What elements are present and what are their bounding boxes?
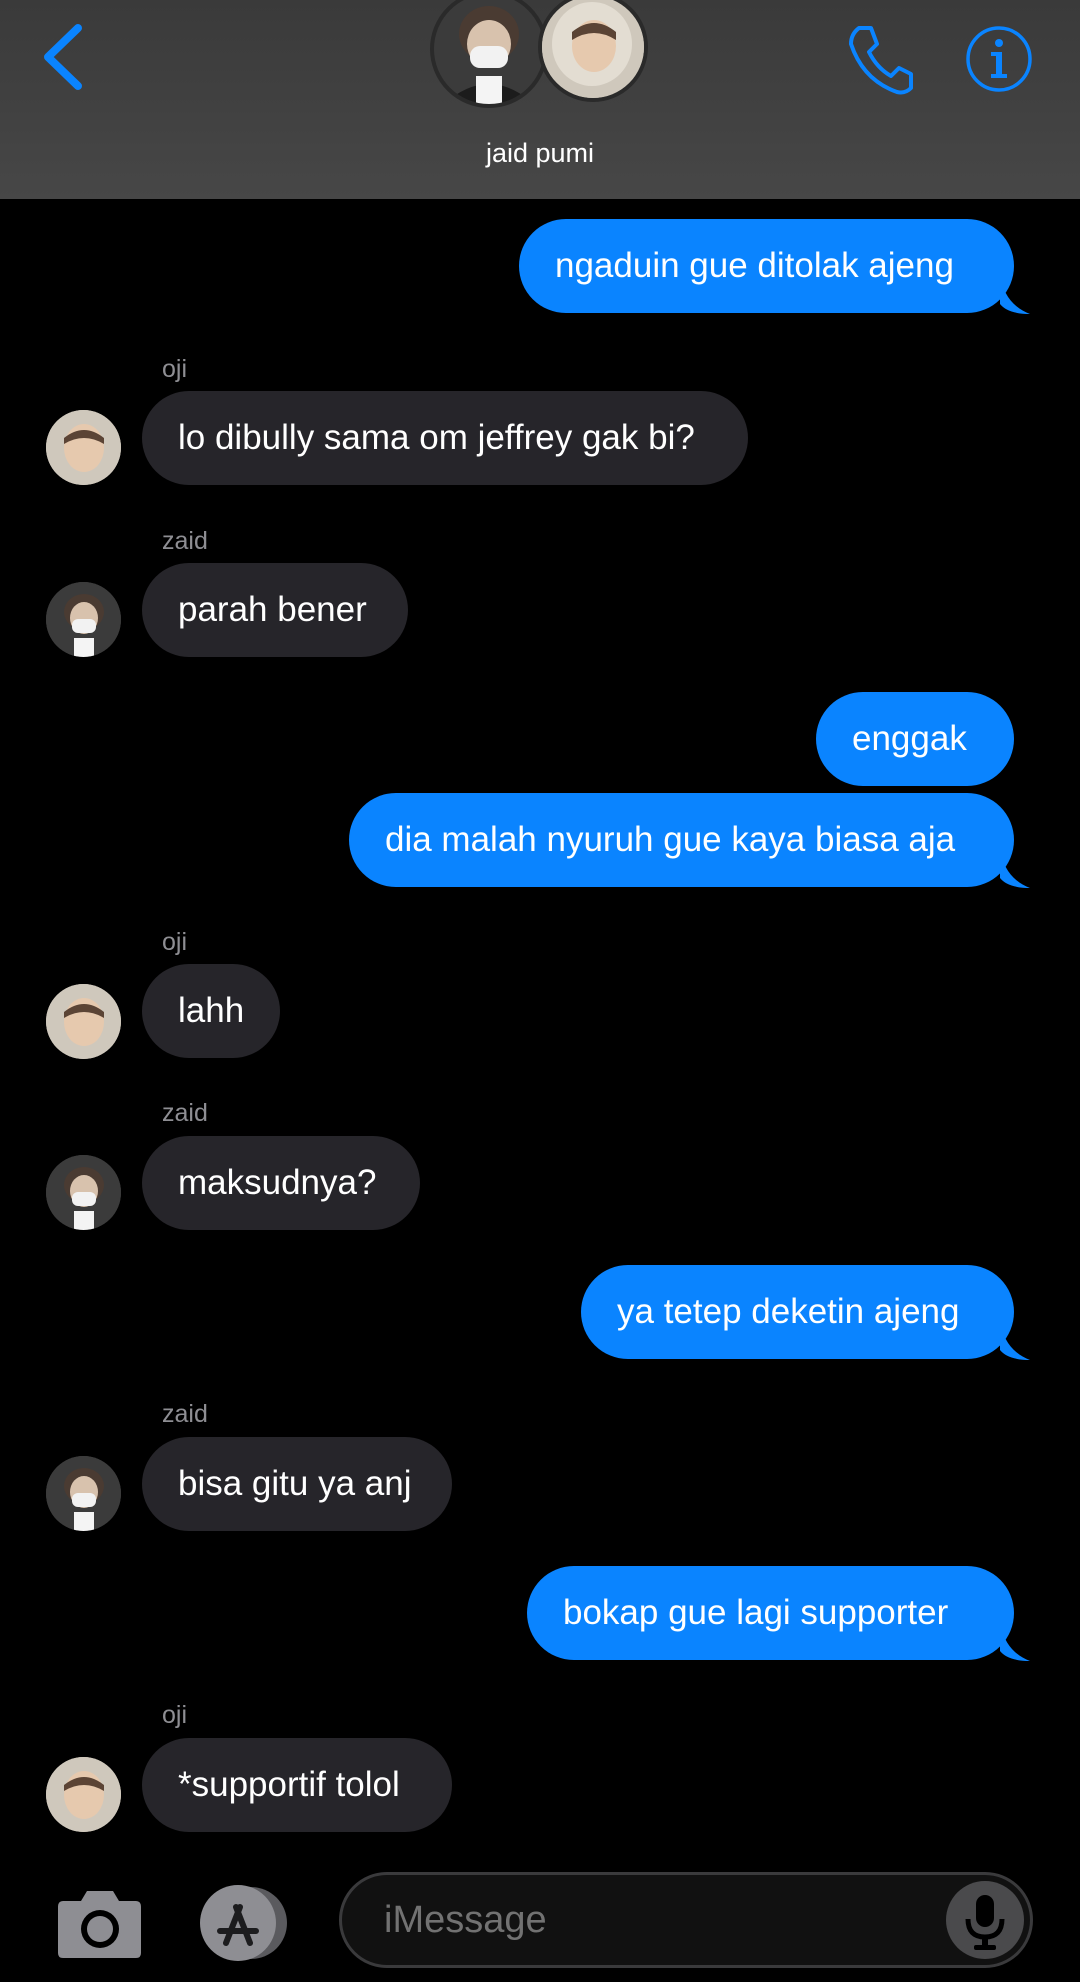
message-text: parah bener: [178, 590, 367, 629]
avatar-zaid[interactable]: [46, 582, 121, 657]
message-text: bisa gitu ya anj: [178, 1464, 412, 1503]
back-button[interactable]: [40, 22, 90, 92]
received-message-bubble[interactable]: bisa gitu ya anj: [142, 1437, 452, 1531]
audio-call-button[interactable]: [845, 22, 915, 98]
sender-name: oji: [162, 355, 188, 383]
message-text: enggak: [852, 719, 967, 758]
conversation-header: jaid pumi: [0, 0, 1080, 199]
received-message-bubble[interactable]: lo dibully sama om jeffrey gak bi?: [142, 391, 748, 485]
received-message-bubble[interactable]: maksudnya?: [142, 1136, 420, 1230]
message-text: dia malah nyuruh gue kaya biasa aja: [385, 820, 956, 859]
avatar-zaid[interactable]: [46, 1155, 121, 1230]
microphone-button[interactable]: [946, 1881, 1024, 1959]
received-message-bubble[interactable]: *supportif tolol: [142, 1738, 452, 1832]
bubble-tail: [1000, 1320, 1030, 1360]
avatar-oji[interactable]: [46, 410, 121, 485]
sender-name: zaid: [162, 1099, 208, 1127]
camera-icon: [58, 1891, 141, 1958]
message-text: *supportif tolol: [178, 1765, 400, 1804]
message-text: maksudnya?: [178, 1163, 377, 1202]
sent-message-bubble[interactable]: ngaduin gue ditolak ajeng: [519, 219, 1014, 313]
received-message-bubble[interactable]: parah bener: [142, 563, 408, 657]
avatar-zaid[interactable]: [46, 1456, 121, 1531]
microphone-icon: [965, 1895, 1005, 1950]
sent-message-bubble[interactable]: ya tetep deketin ajeng: [581, 1265, 1014, 1359]
sender-name: oji: [162, 928, 188, 956]
input-placeholder: iMessage: [384, 1899, 547, 1941]
sent-message-bubble[interactable]: dia malah nyuruh gue kaya biasa aja: [349, 793, 1014, 887]
avatar-oji[interactable]: [46, 1757, 121, 1832]
sender-name: oji: [162, 1701, 188, 1729]
group-avatars[interactable]: [430, 0, 650, 115]
received-message-bubble[interactable]: lahh: [142, 964, 280, 1058]
member-avatar-zaid: [430, 0, 548, 108]
sent-message-bubble[interactable]: enggak: [816, 692, 1014, 786]
avatar-oji[interactable]: [46, 984, 121, 1059]
bubble-tail: [1000, 1621, 1030, 1661]
member-avatar-oji: [538, 0, 648, 102]
bubble-tail: [1000, 848, 1030, 888]
camera-button[interactable]: [57, 1887, 142, 1959]
info-icon: [966, 26, 1032, 92]
sent-message-bubble[interactable]: bokap gue lagi supporter: [527, 1566, 1014, 1660]
app-store-button[interactable]: [196, 1885, 296, 1961]
message-text: lo dibully sama om jeffrey gak bi?: [178, 418, 695, 457]
contact-name[interactable]: jaid pumi: [0, 138, 1080, 169]
message-text: ngaduin gue ditolak ajeng: [555, 246, 954, 285]
app-store-icon: [200, 1885, 287, 1961]
info-button[interactable]: [964, 24, 1034, 94]
phone-icon: [849, 26, 913, 95]
message-input[interactable]: iMessage: [339, 1872, 1033, 1968]
sender-name: zaid: [162, 527, 208, 555]
bubble-tail: [1000, 274, 1030, 314]
sender-name: zaid: [162, 1400, 208, 1428]
message-text: ya tetep deketin ajeng: [617, 1292, 960, 1331]
message-text: bokap gue lagi supporter: [563, 1593, 949, 1632]
chevron-left-icon: [44, 24, 82, 90]
message-text: lahh: [178, 991, 245, 1030]
